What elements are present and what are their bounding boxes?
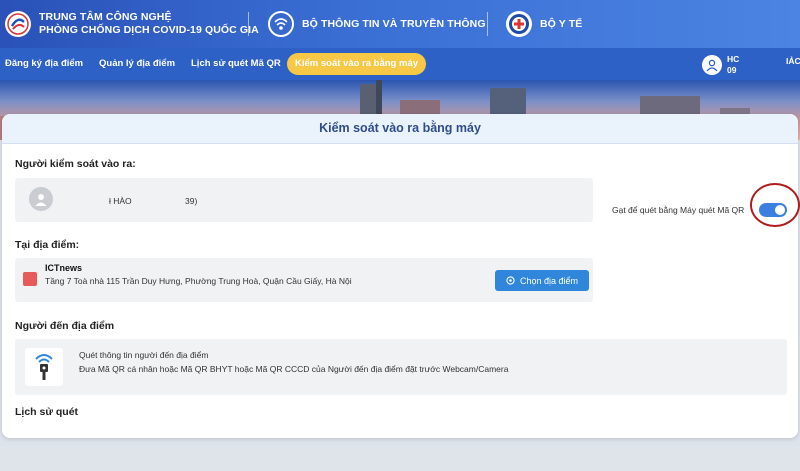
location-marker-icon	[23, 272, 37, 286]
location-panel: ICTnews Tầng 7 Toà nhà 115 Trần Duy Hưng…	[15, 258, 593, 302]
card-header: Kiểm soát vào ra bằng máy	[2, 114, 798, 144]
user-menu[interactable]: HC 09	[702, 54, 739, 76]
choose-location-label: Chọn địa điểm	[519, 275, 579, 286]
choose-location-button[interactable]: Chọn địa điểm	[495, 270, 589, 291]
location-address: Tầng 7 Toà nhà 115 Trần Duy Hưng, Phường…	[45, 276, 352, 286]
card-title: Kiểm soát vào ra bằng máy	[319, 121, 481, 135]
scan-title: Quét thông tin người đến địa điểm	[79, 350, 209, 360]
user-phone: 09	[727, 65, 737, 75]
user-extra-text: IẢC	[786, 56, 800, 66]
scan-panel: Quét thông tin người đến địa điểm Đưa Mã…	[15, 339, 787, 395]
org-mic-name: BỘ THÔNG TIN VÀ TRUYỀN THÔNG	[302, 17, 486, 30]
org-moh-name: BỘ Y TẾ	[540, 17, 583, 30]
org-line-2: PHÒNG CHỐNG DỊCH COVID-19 QUỐC GIA	[39, 24, 259, 36]
moh-logo-icon	[506, 11, 532, 37]
brand-mic[interactable]: BỘ THÔNG TIN VÀ TRUYỀN THÔNG	[268, 11, 486, 37]
arrivals-label: Người đến địa điểm	[15, 320, 115, 332]
target-icon	[506, 276, 515, 285]
history-label: Lịch sử quét	[15, 406, 79, 418]
control-card: Kiểm soát vào ra bằng máy Người kiểm soá…	[2, 114, 798, 438]
controller-label: Người kiểm soát vào ra:	[15, 158, 136, 170]
location-label: Tại địa điểm:	[15, 239, 80, 251]
controller-avatar-icon	[29, 187, 53, 211]
brand-ncovid[interactable]: TRUNG TÂM CÔNG NGHỆ PHÒNG CHỐNG DỊCH COV…	[5, 11, 259, 37]
nav-bar: Đăng ký địa điểm Quản lý địa điểm Lịch s…	[0, 48, 800, 80]
scan-description: Đưa Mã QR cá nhân hoặc Mã QR BHYT hoặc M…	[79, 364, 509, 374]
nav-manage-locations[interactable]: Quản lý địa điểm	[99, 56, 175, 72]
qr-scanner-icon	[25, 348, 63, 386]
user-icon	[702, 55, 722, 75]
nav-register-location[interactable]: Đăng ký địa điểm	[5, 56, 83, 72]
scanner-toggle-label: Gạt để quét bằng Máy quét Mã QR	[612, 205, 745, 215]
nav-qr-history[interactable]: Lịch sử quét Mã QR	[191, 56, 281, 72]
user-name: HC	[727, 54, 740, 64]
controller-panel: ł HÀO 39)	[15, 178, 593, 222]
brand-moh[interactable]: BỘ Y TẾ	[506, 11, 582, 37]
header-divider	[248, 12, 249, 36]
header-divider	[487, 12, 488, 36]
org-line-1: TRUNG TÂM CÔNG NGHỆ	[39, 11, 172, 23]
highlight-ring	[750, 183, 800, 227]
controller-phone: 39)	[185, 196, 198, 206]
page-bottom-area	[0, 446, 800, 471]
mic-logo-icon	[268, 11, 294, 37]
top-header: TRUNG TÂM CÔNG NGHỆ PHÒNG CHỐNG DỊCH COV…	[0, 0, 800, 48]
location-name: ICTnews	[45, 263, 83, 273]
ncovid-logo-icon	[5, 11, 31, 37]
controller-name: ł HÀO	[109, 196, 132, 206]
nav-machine-control[interactable]: Kiểm soát vào ra bằng máy	[287, 53, 427, 75]
